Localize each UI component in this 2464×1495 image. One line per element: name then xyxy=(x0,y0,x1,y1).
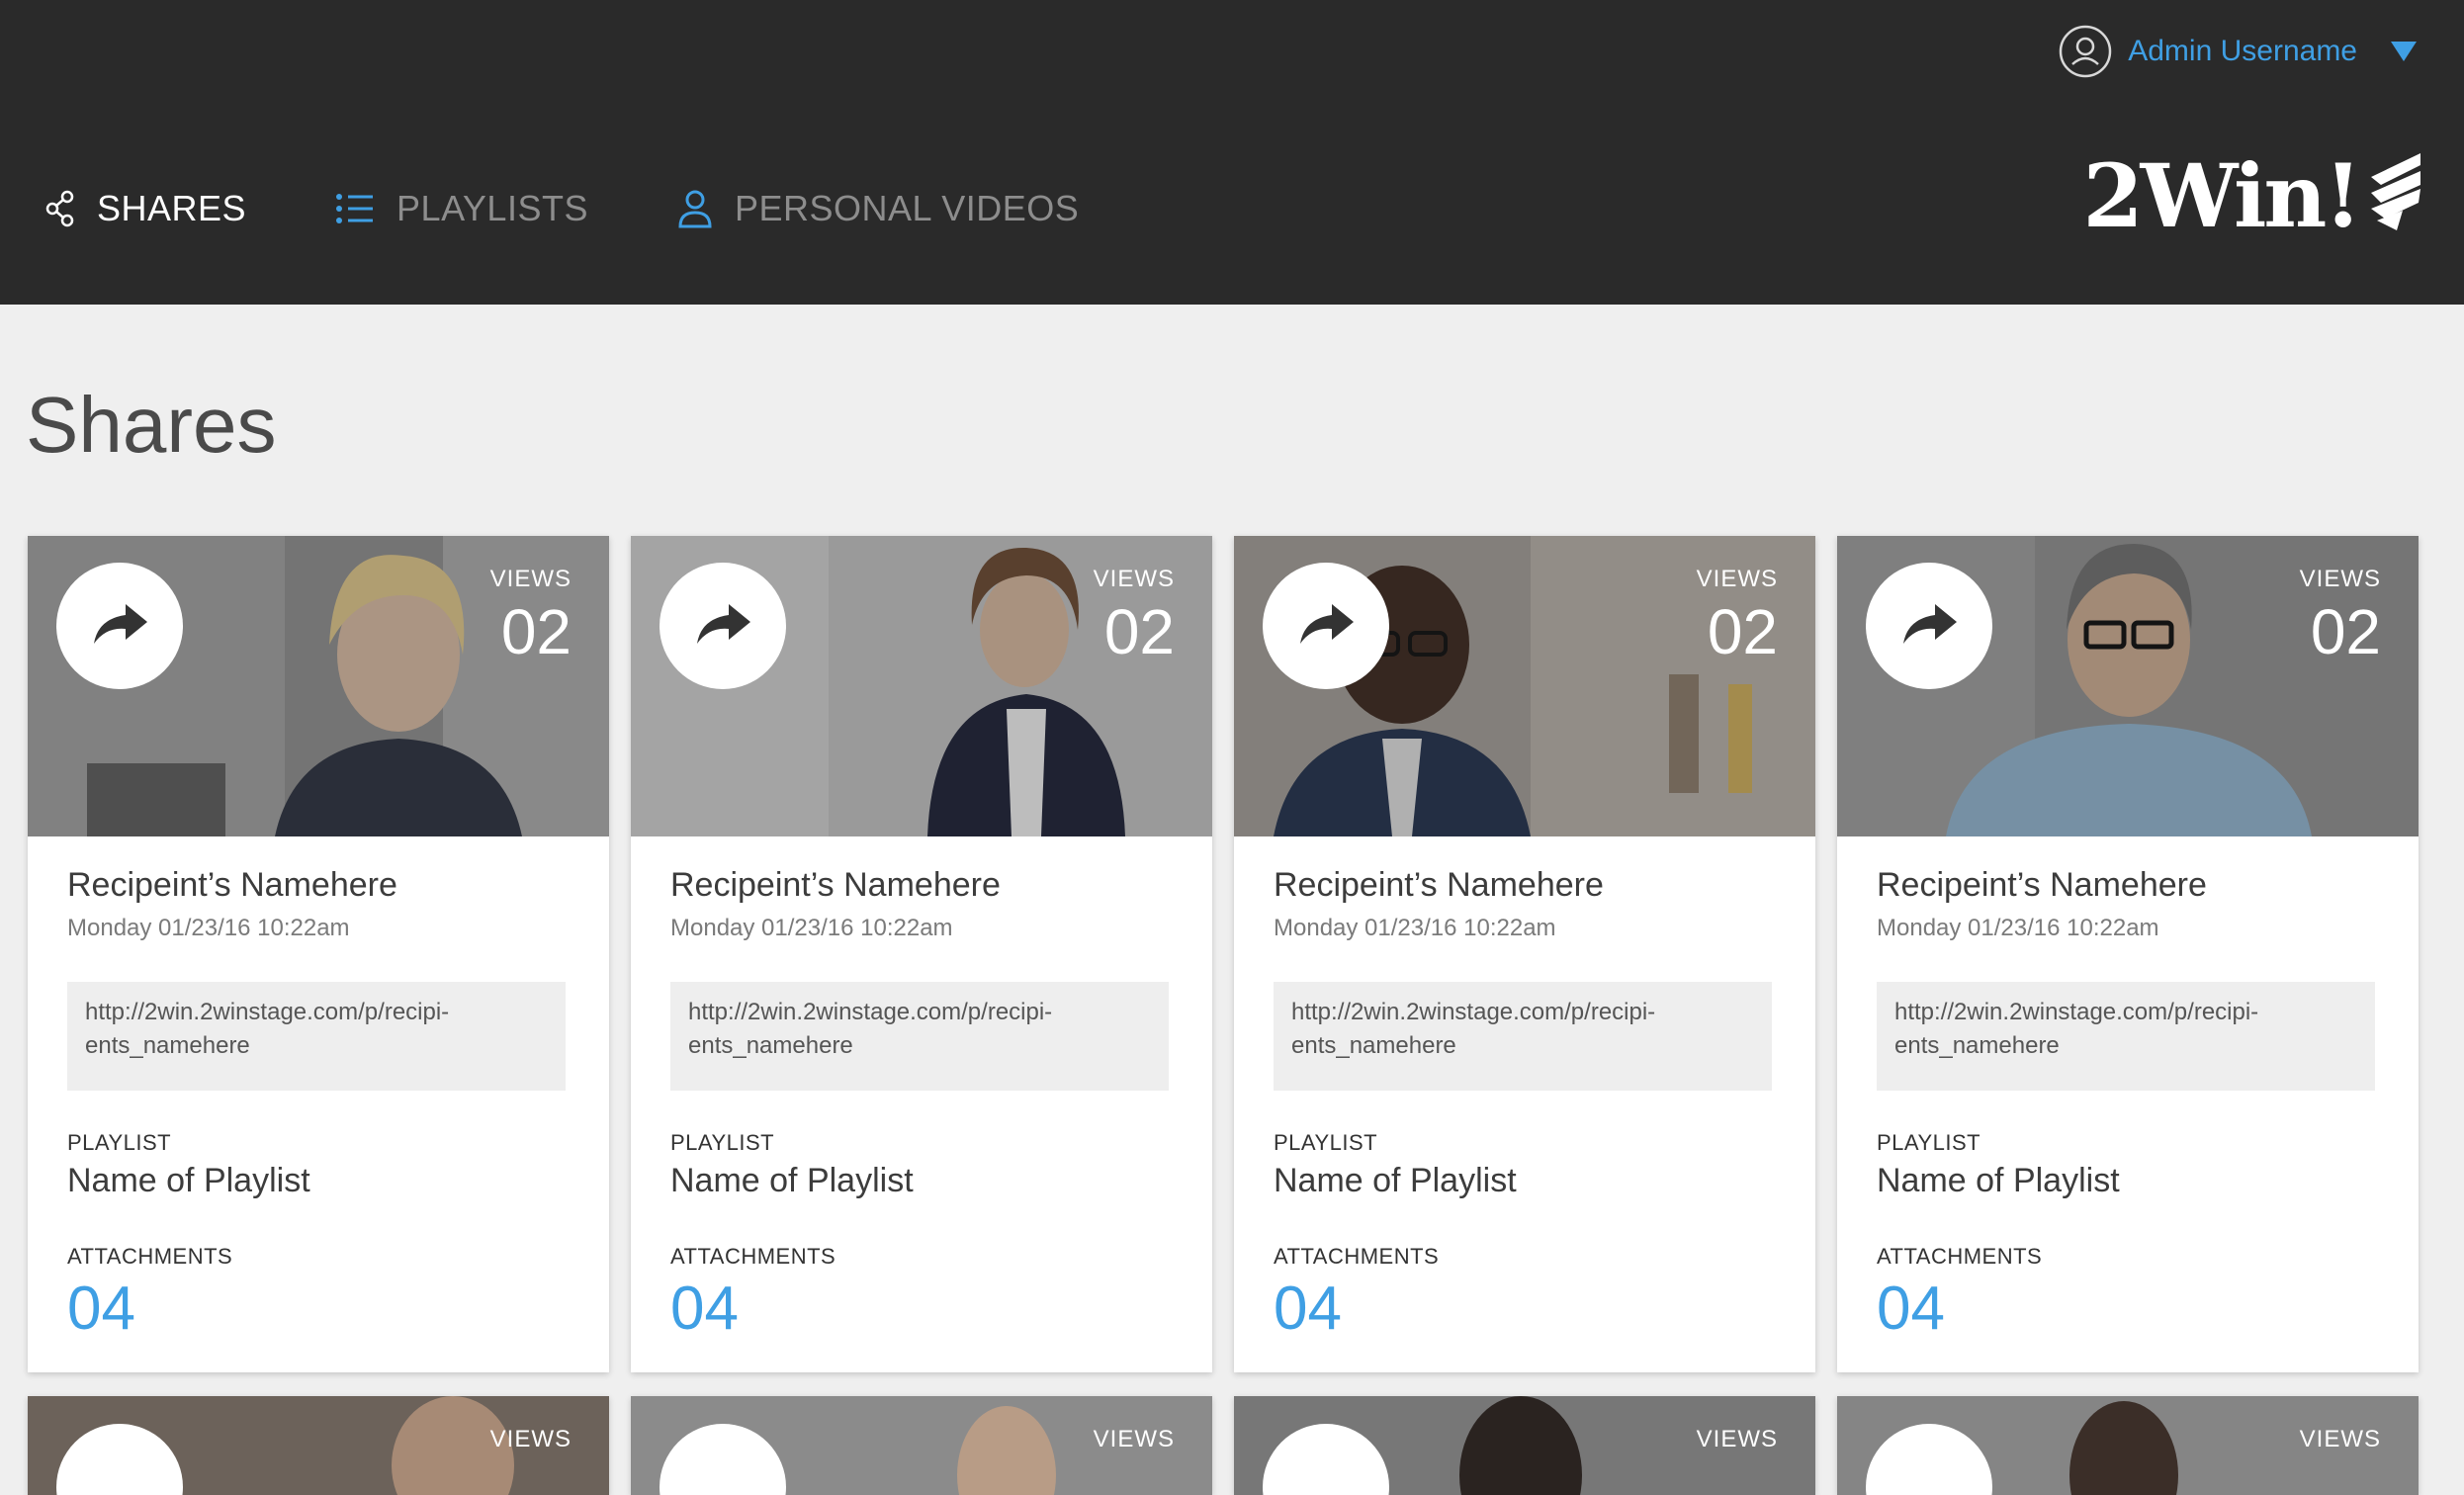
nav-personal-videos[interactable]: PERSONAL VIDEOS xyxy=(677,188,1079,229)
recipient-name: Recipeint’s Namehere xyxy=(670,866,1001,904)
share-card[interactable]: VIEWS xyxy=(28,1396,609,1495)
logo-text: 2Win! xyxy=(2082,144,2362,247)
views-counter: VIEWS 02 xyxy=(1697,566,1778,665)
recipient-name: Recipeint’s Namehere xyxy=(1274,866,1604,904)
card-thumbnail: VIEWS 02 xyxy=(631,536,1212,836)
card-body: Recipeint’s Namehere Monday 01/23/16 10:… xyxy=(1234,836,1815,1344)
share-url-line: http://2win.2winstage.com/p/recipi- xyxy=(688,999,1053,1025)
card-body: Recipeint’s Namehere Monday 01/23/16 10:… xyxy=(28,836,609,1344)
card-body: Recipeint’s Namehere Monday 01/23/16 10:… xyxy=(1837,836,2419,1344)
playlist-label: PLAYLIST xyxy=(670,1130,775,1155)
user-avatar-icon xyxy=(2059,25,2112,78)
playlist-name: Name of Playlist xyxy=(1274,1162,1517,1199)
attachments-count: 04 xyxy=(1877,1275,1945,1343)
share-date: Monday 01/23/16 10:22am xyxy=(1274,915,1556,941)
user-menu[interactable]: Admin Username xyxy=(2059,22,2417,81)
views-count: 02 xyxy=(2310,596,2381,667)
playlist-name: Name of Playlist xyxy=(1877,1162,2120,1199)
share-button[interactable] xyxy=(660,563,786,689)
share-url[interactable]: http://2win.2winstage.com/p/recipi- ents… xyxy=(1877,982,2375,1091)
views-count: 02 xyxy=(1103,596,1175,667)
views-counter: VIEWS 02 xyxy=(490,566,572,665)
share-arrow-icon xyxy=(693,600,752,653)
nav-shares[interactable]: SHARES xyxy=(45,188,246,229)
share-card[interactable]: VIEWS xyxy=(1837,1396,2419,1495)
share-date: Monday 01/23/16 10:22am xyxy=(67,915,350,941)
attachments-label: ATTACHMENTS xyxy=(1274,1244,1440,1269)
share-button[interactable] xyxy=(1866,563,1992,689)
share-url-line: http://2win.2winstage.com/p/recipi- xyxy=(1894,999,2259,1025)
attachments-count: 04 xyxy=(670,1275,739,1343)
brand-logo: 2Win! xyxy=(2082,146,2424,245)
share-url-line: ents_namehere xyxy=(688,1031,853,1059)
share-url[interactable]: http://2win.2winstage.com/p/recipi- ents… xyxy=(1274,982,1772,1091)
main-nav: SHARES PLAYLISTS PERSONAL VIDEOS xyxy=(45,174,1168,243)
flag-icon xyxy=(2363,151,2424,241)
user-name: Admin Username xyxy=(2128,35,2357,67)
card-thumbnail: VIEWS 02 xyxy=(1837,536,2419,836)
playlist-label: PLAYLIST xyxy=(1274,1130,1378,1155)
share-url-line: http://2win.2winstage.com/p/recipi- xyxy=(1291,999,1656,1025)
share-card[interactable]: VIEWS 02 Recipeint’s Namehere Monday 01/… xyxy=(1837,536,2419,1372)
playlist-name: Name of Playlist xyxy=(67,1162,310,1199)
views-label: VIEWS xyxy=(489,1426,572,1452)
playlist-label: PLAYLIST xyxy=(67,1130,172,1155)
attachments-count: 04 xyxy=(1274,1275,1342,1343)
views-label: VIEWS xyxy=(2299,1426,2381,1452)
nav-playlists[interactable]: PLAYLISTS xyxy=(335,188,588,229)
nav-shares-label: SHARES xyxy=(97,188,247,228)
views-label: VIEWS xyxy=(1696,1426,1778,1452)
share-card[interactable]: VIEWS 02 Recipeint’s Namehere Monday 01/… xyxy=(631,536,1212,1372)
share-button[interactable] xyxy=(1263,563,1389,689)
views-label: VIEWS xyxy=(489,566,572,592)
list-icon xyxy=(335,192,375,225)
share-url-line: ents_namehere xyxy=(1291,1031,1456,1059)
share-url-line: http://2win.2winstage.com/p/recipi- xyxy=(85,999,450,1025)
share-url[interactable]: http://2win.2winstage.com/p/recipi- ents… xyxy=(67,982,566,1091)
views-label: VIEWS xyxy=(1093,1426,1175,1452)
views-count: 02 xyxy=(500,596,572,667)
nav-playlists-label: PLAYLISTS xyxy=(396,188,588,228)
share-card[interactable]: VIEWS 02 Recipeint’s Namehere Monday 01/… xyxy=(28,536,609,1372)
views-label: VIEWS xyxy=(1696,566,1778,592)
views-label: VIEWS xyxy=(1093,566,1175,592)
share-url-line: ents_namehere xyxy=(85,1031,250,1059)
recipient-name: Recipeint’s Namehere xyxy=(67,866,397,904)
share-date: Monday 01/23/16 10:22am xyxy=(1877,915,2159,941)
nav-personal-videos-label: PERSONAL VIDEOS xyxy=(734,188,1080,228)
share-button[interactable] xyxy=(56,563,183,689)
card-body: Recipeint’s Namehere Monday 01/23/16 10:… xyxy=(631,836,1212,1344)
views-counter: VIEWS 02 xyxy=(2300,566,2381,665)
share-card[interactable]: VIEWS xyxy=(1234,1396,1815,1495)
playlist-name: Name of Playlist xyxy=(670,1162,914,1199)
share-icon xyxy=(45,190,75,227)
views-label: VIEWS xyxy=(2299,566,2381,592)
attachments-label: ATTACHMENTS xyxy=(1877,1244,2043,1269)
attachments-count: 04 xyxy=(67,1275,135,1343)
share-card[interactable]: VIEWS 02 Recipeint’s Namehere Monday 01/… xyxy=(1234,536,1815,1372)
share-card[interactable]: VIEWS xyxy=(631,1396,1212,1495)
recipient-name: Recipeint’s Namehere xyxy=(1877,866,2207,904)
top-bar: Admin Username SHARES PLAYLISTS PERSONAL… xyxy=(0,0,2464,305)
views-count: 02 xyxy=(1707,596,1778,667)
attachments-label: ATTACHMENTS xyxy=(67,1244,233,1269)
chevron-down-icon xyxy=(2391,42,2417,61)
share-arrow-icon xyxy=(1296,600,1356,653)
share-arrow-icon xyxy=(1899,600,1959,653)
attachments-label: ATTACHMENTS xyxy=(670,1244,836,1269)
shares-grid: VIEWS 02 Recipeint’s Namehere Monday 01/… xyxy=(28,536,2419,1495)
views-counter: VIEWS 02 xyxy=(1094,566,1175,665)
card-thumbnail: VIEWS 02 xyxy=(28,536,609,836)
share-url[interactable]: http://2win.2winstage.com/p/recipi- ents… xyxy=(670,982,1169,1091)
playlist-label: PLAYLIST xyxy=(1877,1130,1981,1155)
page-title: Shares xyxy=(26,381,277,469)
share-date: Monday 01/23/16 10:22am xyxy=(670,915,953,941)
card-thumbnail: VIEWS 02 xyxy=(1234,536,1815,836)
person-icon xyxy=(677,189,713,228)
share-arrow-icon xyxy=(90,600,149,653)
share-url-line: ents_namehere xyxy=(1894,1031,2060,1059)
